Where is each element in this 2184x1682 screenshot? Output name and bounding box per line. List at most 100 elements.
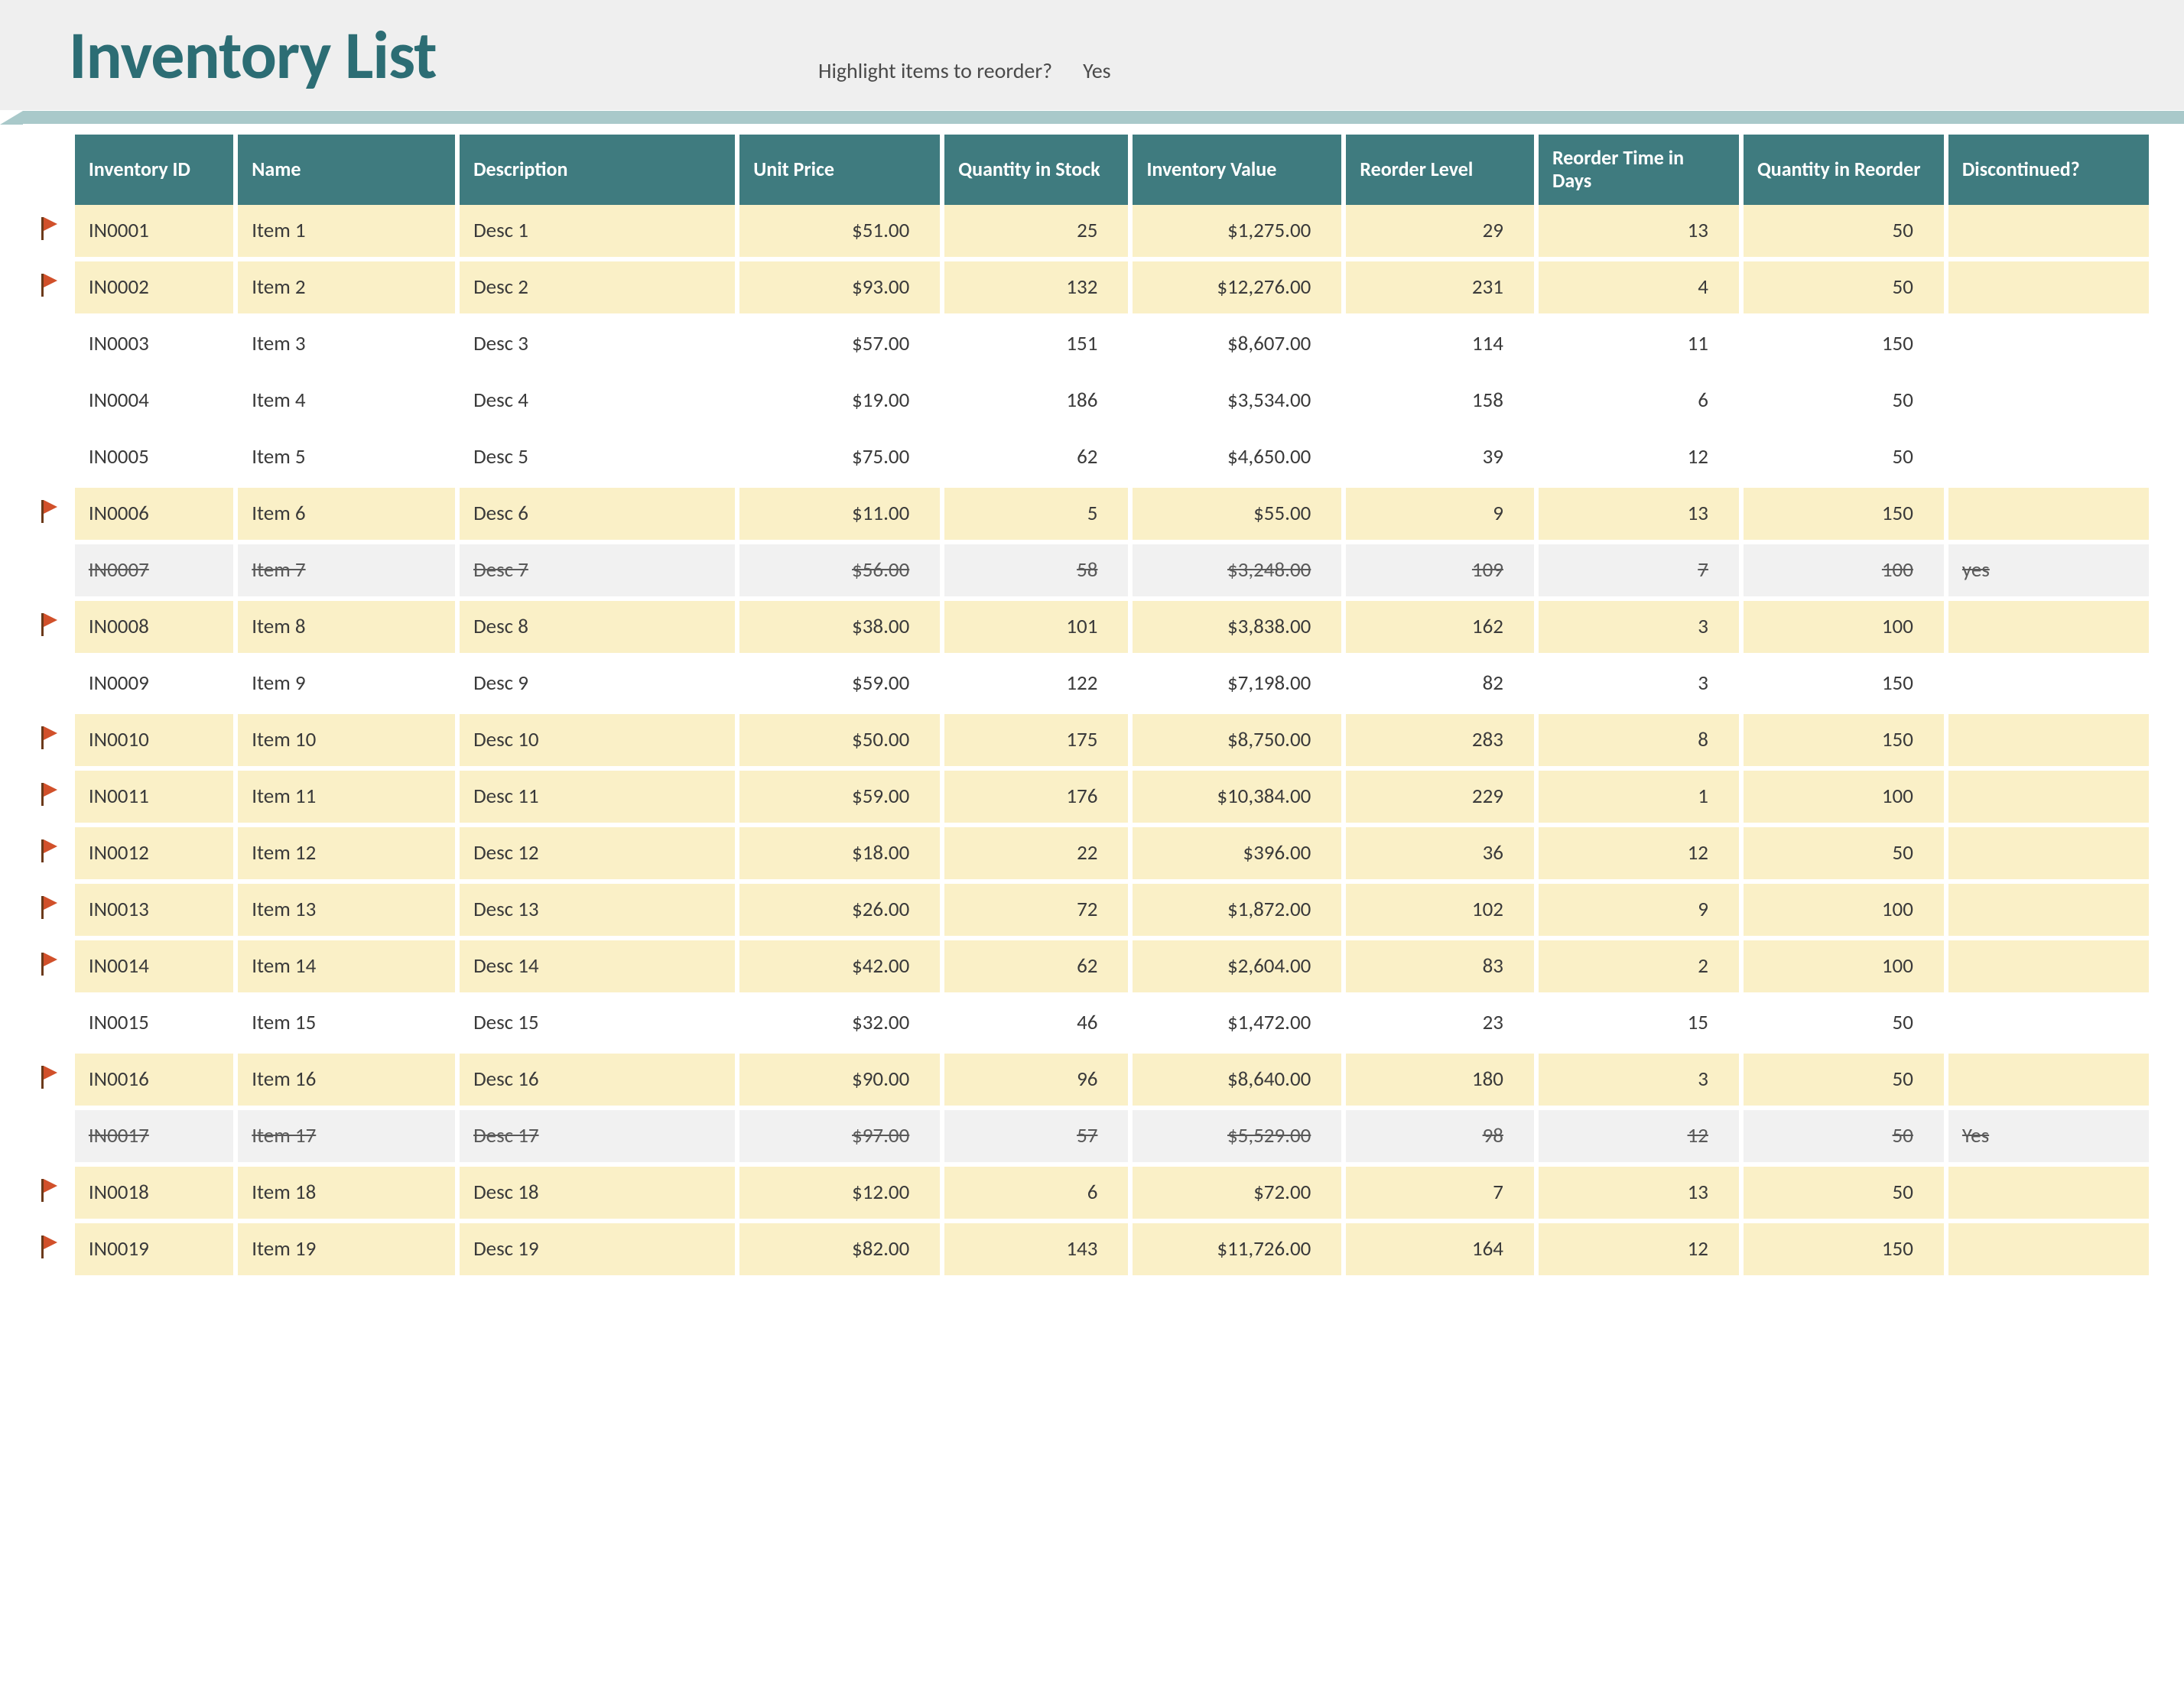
cell-id[interactable]: IN0017 [75,1110,233,1167]
cell-desc[interactable]: Desc 8 [460,601,735,658]
cell-name[interactable]: Item 8 [238,601,455,658]
table-row[interactable]: IN0014Item 14Desc 14$42.0062$2,604.00832… [35,940,2149,997]
cell-price[interactable]: $59.00 [739,658,940,714]
cell-qreorder[interactable]: 50 [1744,827,1944,884]
cell-qreorder[interactable]: 100 [1744,940,1944,997]
cell-value[interactable]: $1,275.00 [1133,205,1341,261]
cell-reorder[interactable]: 231 [1346,261,1534,318]
cell-rtime[interactable]: 12 [1539,827,1739,884]
cell-qreorder[interactable]: 50 [1744,1054,1944,1110]
cell-desc[interactable]: Desc 16 [460,1054,735,1110]
cell-rtime[interactable]: 6 [1539,375,1739,431]
cell-rtime[interactable]: 12 [1539,431,1739,488]
cell-reorder[interactable]: 29 [1346,205,1534,261]
col-qreorder[interactable]: Quantity in Reorder [1744,135,1944,205]
cell-reorder[interactable]: 102 [1346,884,1534,940]
cell-name[interactable]: Item 12 [238,827,455,884]
col-id[interactable]: Inventory ID [75,135,233,205]
cell-name[interactable]: Item 18 [238,1167,455,1223]
cell-rtime[interactable]: 7 [1539,544,1739,601]
cell-stock[interactable]: 96 [944,1054,1128,1110]
cell-reorder[interactable]: 114 [1346,318,1534,375]
cell-price[interactable]: $50.00 [739,714,940,771]
cell-value[interactable]: $8,607.00 [1133,318,1341,375]
cell-disc[interactable] [1948,601,2149,658]
cell-stock[interactable]: 62 [944,940,1128,997]
cell-name[interactable]: Item 2 [238,261,455,318]
cell-disc[interactable] [1948,431,2149,488]
highlight-value[interactable]: Yes [1083,57,1111,84]
cell-qreorder[interactable]: 50 [1744,1167,1944,1223]
cell-rtime[interactable]: 2 [1539,940,1739,997]
cell-stock[interactable]: 62 [944,431,1128,488]
cell-disc[interactable] [1948,261,2149,318]
cell-name[interactable]: Item 6 [238,488,455,544]
cell-value[interactable]: $5,529.00 [1133,1110,1341,1167]
col-stock[interactable]: Quantity in Stock [944,135,1128,205]
cell-desc[interactable]: Desc 18 [460,1167,735,1223]
cell-id[interactable]: IN0019 [75,1223,233,1280]
cell-flag[interactable] [35,940,70,997]
cell-disc[interactable] [1948,771,2149,827]
cell-reorder[interactable]: 98 [1346,1110,1534,1167]
cell-price[interactable]: $90.00 [739,1054,940,1110]
cell-desc[interactable]: Desc 14 [460,940,735,997]
cell-qreorder[interactable]: 50 [1744,1110,1944,1167]
col-value[interactable]: Inventory Value [1133,135,1341,205]
cell-value[interactable]: $8,750.00 [1133,714,1341,771]
cell-name[interactable]: Item 11 [238,771,455,827]
cell-reorder[interactable]: 283 [1346,714,1534,771]
cell-price[interactable]: $12.00 [739,1167,940,1223]
cell-flag[interactable] [35,771,70,827]
cell-value[interactable]: $10,384.00 [1133,771,1341,827]
cell-stock[interactable]: 132 [944,261,1128,318]
cell-desc[interactable]: Desc 11 [460,771,735,827]
cell-reorder[interactable]: 39 [1346,431,1534,488]
cell-flag[interactable] [35,658,70,714]
table-row[interactable]: IN0005Item 5Desc 5$75.0062$4,650.0039125… [35,431,2149,488]
table-row[interactable]: IN0015Item 15Desc 15$32.0046$1,472.00231… [35,997,2149,1054]
cell-rtime[interactable]: 12 [1539,1110,1739,1167]
cell-flag[interactable] [35,997,70,1054]
cell-name[interactable]: Item 5 [238,431,455,488]
cell-disc[interactable]: Yes [1948,1110,2149,1167]
table-row[interactable]: IN0016Item 16Desc 16$90.0096$8,640.00180… [35,1054,2149,1110]
cell-rtime[interactable]: 11 [1539,318,1739,375]
cell-disc[interactable] [1948,940,2149,997]
cell-name[interactable]: Item 1 [238,205,455,261]
cell-price[interactable]: $11.00 [739,488,940,544]
cell-stock[interactable]: 175 [944,714,1128,771]
cell-desc[interactable]: Desc 1 [460,205,735,261]
cell-stock[interactable]: 101 [944,601,1128,658]
cell-value[interactable]: $1,472.00 [1133,997,1341,1054]
cell-rtime[interactable]: 3 [1539,1054,1739,1110]
cell-id[interactable]: IN0015 [75,997,233,1054]
cell-rtime[interactable]: 13 [1539,1167,1739,1223]
cell-reorder[interactable]: 36 [1346,827,1534,884]
cell-stock[interactable]: 58 [944,544,1128,601]
cell-value[interactable]: $7,198.00 [1133,658,1341,714]
col-name[interactable]: Name [238,135,455,205]
cell-rtime[interactable]: 3 [1539,658,1739,714]
cell-disc[interactable]: yes [1948,544,2149,601]
cell-id[interactable]: IN0004 [75,375,233,431]
cell-price[interactable]: $42.00 [739,940,940,997]
cell-disc[interactable] [1948,1167,2149,1223]
cell-disc[interactable] [1948,375,2149,431]
cell-disc[interactable] [1948,827,2149,884]
cell-rtime[interactable]: 12 [1539,1223,1739,1280]
cell-id[interactable]: IN0009 [75,658,233,714]
cell-name[interactable]: Item 7 [238,544,455,601]
cell-flag[interactable] [35,884,70,940]
cell-reorder[interactable]: 109 [1346,544,1534,601]
cell-name[interactable]: Item 15 [238,997,455,1054]
cell-reorder[interactable]: 164 [1346,1223,1534,1280]
cell-reorder[interactable]: 180 [1346,1054,1534,1110]
table-row[interactable]: IN0017Item 17Desc 17$97.0057$5,529.00981… [35,1110,2149,1167]
cell-qreorder[interactable]: 50 [1744,997,1944,1054]
cell-id[interactable]: IN0016 [75,1054,233,1110]
table-row[interactable]: IN0018Item 18Desc 18$12.006$72.0071350 [35,1167,2149,1223]
cell-name[interactable]: Item 17 [238,1110,455,1167]
cell-price[interactable]: $57.00 [739,318,940,375]
cell-id[interactable]: IN0010 [75,714,233,771]
